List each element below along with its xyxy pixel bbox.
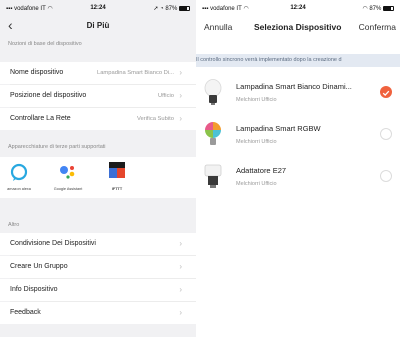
row-label: Posizione del dispositivo <box>10 92 87 99</box>
chevron-right-icon: › <box>179 239 182 248</box>
nav-bar: Annulla Seleziona Dispositivo Conferma <box>196 16 400 38</box>
device-name: Lampadina Smart Bianco Dinami... <box>236 82 352 91</box>
device-info-row[interactable]: Info Dispositivo › <box>0 279 196 301</box>
row-label: Controllare La Rete <box>10 115 71 122</box>
unselected-radio-icon[interactable] <box>380 128 392 140</box>
check-network-row[interactable]: Controllare La Rete Verifica Subito › <box>0 108 196 130</box>
location-icon: ➚ <box>153 6 159 12</box>
battery-status: ➚ ◔ 87% <box>153 5 190 12</box>
device-item[interactable]: Adattatore E27 Melchiorri Ufficio <box>196 158 400 202</box>
row-value: Lampadina Smart Bianco Di... <box>96 70 174 76</box>
app-caption: IFTTT <box>111 187 123 191</box>
adapter-icon <box>204 164 222 188</box>
device-room: Melchiorri Ufficio <box>236 139 277 145</box>
chevron-right-icon: › <box>179 262 182 271</box>
google-assistant-app[interactable]: Google Assistant <box>51 161 85 191</box>
row-label: Feedback <box>10 309 41 316</box>
page-title: Di Più <box>86 21 110 30</box>
row-value: Ufficio <box>157 93 174 99</box>
battery-icon <box>179 5 190 11</box>
create-group-row[interactable]: Creare Un Gruppo › <box>0 256 196 278</box>
feedback-row[interactable]: Feedback › <box>0 302 196 324</box>
row-label: Condivisione Dei Dispositivi <box>10 240 96 247</box>
alarm-icon: ◔ <box>160 6 164 12</box>
headphones-icon: ◠ <box>362 6 368 12</box>
nav-bar: ‹ Di Più <box>0 16 196 36</box>
row-value: Verifica Subito <box>136 116 174 122</box>
device-name: Lampadina Smart RGBW <box>236 124 321 133</box>
confirm-button[interactable]: Conferma <box>359 22 396 32</box>
device-item[interactable]: Lampadina Smart RGBW Melchiorri Ufficio <box>196 116 400 160</box>
banner-text: Il controllo sincrono verrà implementato… <box>196 57 342 63</box>
alexa-icon <box>10 163 28 181</box>
app-caption: amazon alexa <box>7 187 31 191</box>
selected-check-icon[interactable] <box>380 86 392 98</box>
page-title: Seleziona Dispositivo <box>254 22 342 32</box>
rgbw-bulb-icon <box>205 122 221 145</box>
device-item[interactable]: Lampadina Smart Bianco Dinami... Melchio… <box>196 74 400 118</box>
row-label: Creare Un Gruppo <box>10 263 68 270</box>
section-other-label: Altro <box>8 222 20 228</box>
app-caption: Google Assistant <box>53 187 83 191</box>
third-party-apps: amazon alexa Google Assistant IFTTT <box>0 157 196 198</box>
share-devices-row[interactable]: Condivisione Dei Dispositivi › <box>0 233 196 255</box>
ifttt-icon <box>109 162 125 178</box>
device-location-row[interactable]: Posizione del dispositivo Ufficio › <box>0 85 196 107</box>
status-bar: ▪▪▪ vodafone IT ◠ 12:24 ➚ ◔ 87% <box>0 0 196 16</box>
alexa-app[interactable]: amazon alexa <box>2 161 36 191</box>
sync-info-banner: Il controllo sincrono verrà implementato… <box>196 54 400 67</box>
device-name: Adattatore E27 <box>236 166 287 175</box>
device-name-row[interactable]: Nome dispositivo Lampadina Smart Bianco … <box>0 62 196 84</box>
device-room: Melchiorri Ufficio <box>236 97 277 103</box>
chevron-right-icon: › <box>179 285 182 294</box>
row-label: Nome dispositivo <box>10 69 64 76</box>
cancel-button[interactable]: Annulla <box>204 22 232 32</box>
select-device-screen: ▪▪▪ vodafone IT ◠ 12:24 ◠ 87% Annulla Se… <box>196 0 400 337</box>
ifttt-app[interactable]: IFTTT <box>100 161 134 191</box>
chevron-right-icon: › <box>179 68 182 77</box>
device-room: Melchiorri Ufficio <box>236 181 277 187</box>
battery-icon <box>383 5 394 11</box>
battery-status: ◠ 87% <box>362 5 394 12</box>
chevron-right-icon: › <box>179 114 182 123</box>
section-third-party-label: Apparecchiature di terze parti supportat… <box>8 144 106 150</box>
row-label: Info Dispositivo <box>10 286 58 293</box>
section-basic-label: Nozioni di base del dispositivo <box>8 41 82 47</box>
chevron-right-icon: › <box>179 308 182 317</box>
bulb-icon <box>204 79 222 105</box>
unselected-radio-icon[interactable] <box>380 170 392 182</box>
google-assistant-icon <box>60 166 75 179</box>
settings-screen: ▪▪▪ vodafone IT ◠ 12:24 ➚ ◔ 87% ‹ Di Più… <box>0 0 196 337</box>
status-bar: ▪▪▪ vodafone IT ◠ 12:24 ◠ 87% <box>196 0 400 16</box>
chevron-right-icon: › <box>179 91 182 100</box>
